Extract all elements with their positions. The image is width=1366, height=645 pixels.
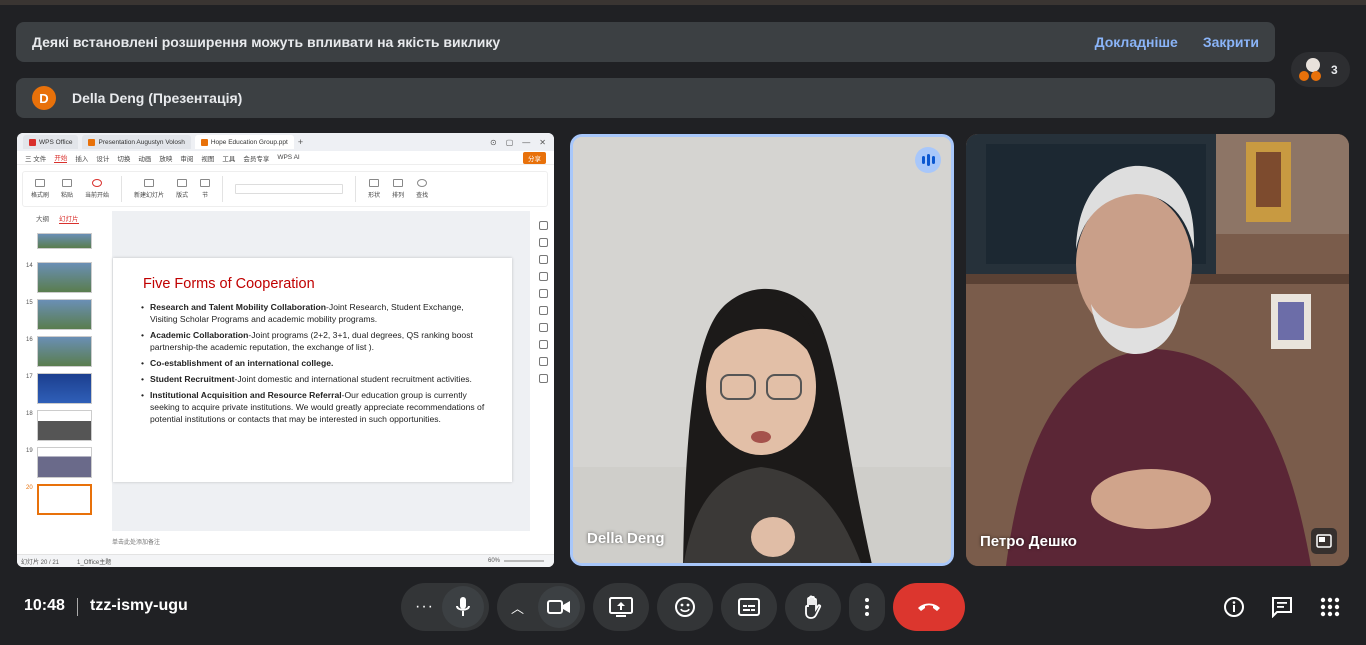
present-screen-icon	[609, 597, 633, 617]
more-options-button[interactable]	[849, 583, 885, 631]
camera-button[interactable]	[538, 586, 580, 628]
wps-tab-bar: WPS Office Presentation Augustyn Volosh …	[17, 133, 554, 151]
participant-name: Петро Дешко	[980, 533, 1077, 550]
captions-icon	[738, 598, 760, 616]
pip-icon	[1316, 534, 1332, 548]
chat-icon	[1272, 597, 1292, 618]
wps-tab-presentation: Presentation Augustyn Volosh	[82, 135, 191, 149]
camera-control-group: ︿	[497, 583, 585, 631]
slide-thumbnails: 大纲 幻灯片 14 15 16 17 18 19 20	[22, 213, 112, 533]
mic-control-group: ···	[401, 583, 489, 631]
participant-name: Della Deng	[587, 530, 665, 547]
slide-bullet: Co-establishment of an international col…	[141, 357, 492, 369]
apps-grid-icon	[1320, 597, 1340, 617]
chat-button[interactable]	[1270, 595, 1294, 619]
wps-tab-home: WPS Office	[23, 135, 79, 149]
current-slide: Five Forms of Cooperation Research and T…	[113, 258, 512, 482]
wps-ribbon: 格式刷 粘贴 当前开始 新建幻灯片 版式 节 形状 排列 查找	[22, 171, 548, 207]
microphone-button[interactable]	[442, 586, 484, 628]
captions-button[interactable]	[721, 583, 777, 631]
end-call-button[interactable]	[893, 583, 965, 631]
presenter-name: Della Deng (Презентація)	[72, 90, 243, 106]
hand-icon	[805, 595, 822, 619]
participants-count: 3	[1331, 62, 1338, 77]
microphone-icon	[456, 597, 470, 616]
meeting-time: 10:48	[24, 597, 65, 614]
audio-options-icon[interactable]: ···	[415, 598, 434, 616]
extensions-warning-banner: Деякі встановлені розширення можуть впли…	[16, 22, 1275, 62]
camera-icon	[547, 600, 570, 614]
slide-bullet: Student Recruitment-Joint domestic and i…	[141, 373, 492, 385]
emoji-icon	[675, 597, 695, 617]
hang-up-icon	[918, 603, 940, 611]
participant-video	[573, 137, 951, 563]
shared-screen[interactable]: WPS Office Presentation Augustyn Volosh …	[17, 133, 554, 567]
footer-divider	[77, 598, 78, 616]
meeting-info-button[interactable]	[1222, 595, 1246, 619]
slide-bullet: Research and Talent Mobility Collaborati…	[141, 301, 492, 325]
wps-status-bar: 幻灯片 20 / 21 1_Office主题 60%	[17, 554, 554, 567]
chevron-up-icon[interactable]: ︿	[511, 598, 524, 617]
raise-hand-button[interactable]	[785, 583, 841, 631]
slide-notes: 单击此处添加备注	[112, 540, 161, 546]
banner-message: Деякі встановлені розширення можуть впли…	[32, 34, 501, 50]
reactions-button[interactable]	[657, 583, 713, 631]
wps-menu-bar: 三 文件 开始 插入 设计 切换 动画 放映 审阅 视图 工具 会员专享 WPS…	[17, 151, 554, 165]
wps-window-controls: ⊙ ▢ — ✕	[490, 137, 546, 147]
slide-title: Five Forms of Cooperation	[143, 276, 315, 292]
picture-in-picture-button[interactable]	[1311, 528, 1337, 554]
wps-right-toolbar	[533, 213, 553, 383]
presenter-bar[interactable]: D Della Deng (Презентація)	[16, 78, 1275, 118]
wps-new-tab-icon: +	[297, 137, 304, 147]
presenter-avatar: D	[32, 86, 56, 110]
speaking-indicator-icon	[915, 147, 941, 173]
participant-tile-della[interactable]: Della Deng	[570, 134, 954, 566]
present-screen-button[interactable]	[593, 583, 649, 631]
top-strip	[0, 0, 1366, 5]
close-banner-button[interactable]: Закрити	[1203, 34, 1259, 50]
slide-bullet: Institutional Acquisition and Resource R…	[141, 389, 492, 425]
learn-more-link[interactable]: Докладніше	[1095, 34, 1178, 50]
slide-bullet: Academic Collaboration-Joint programs (2…	[141, 329, 492, 353]
slide-bullets: Research and Talent Mobility Collaborati…	[141, 301, 492, 425]
participant-tile-petro[interactable]: Петро Дешко	[966, 134, 1349, 566]
participant-avatars	[1299, 57, 1329, 83]
activities-button[interactable]	[1318, 595, 1342, 619]
info-icon	[1224, 597, 1244, 617]
more-vert-icon	[865, 598, 869, 616]
participant-video	[966, 134, 1349, 566]
wps-tab-hope-education: Hope Education Group.ppt	[194, 135, 294, 149]
meeting-code[interactable]: tzz-ismy-ugu	[90, 597, 188, 615]
participants-badge[interactable]: 3	[1291, 52, 1350, 87]
